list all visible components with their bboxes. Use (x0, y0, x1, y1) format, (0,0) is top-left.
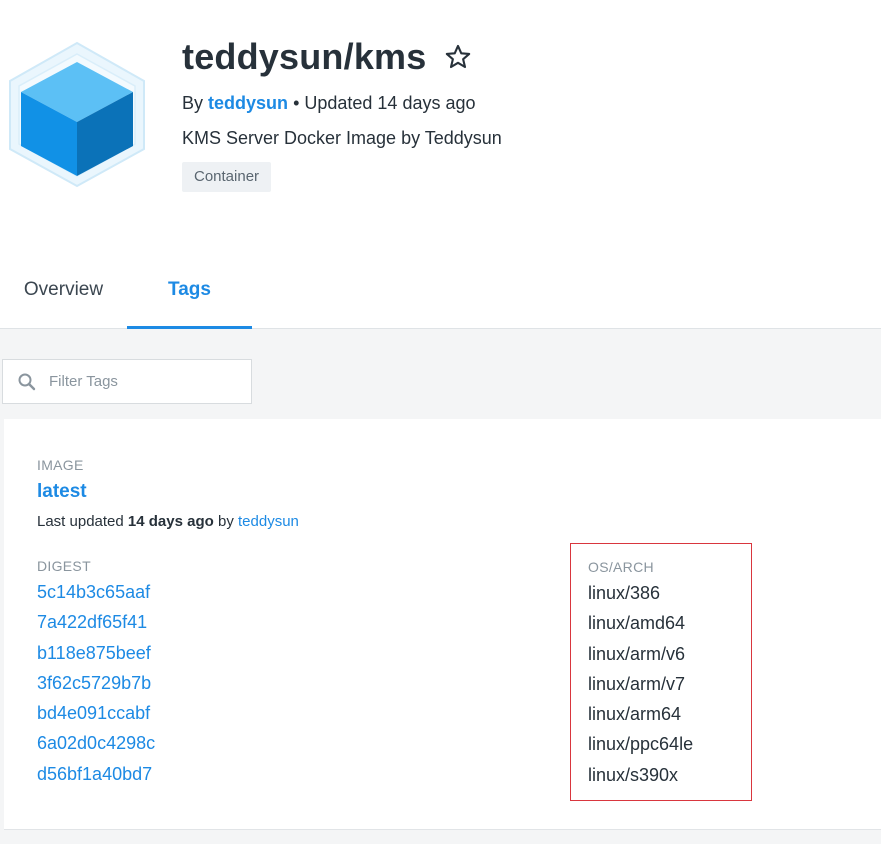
container-cube-icon (9, 41, 145, 188)
osarch-item: linux/386 (588, 583, 661, 603)
updated-by-prefix: by (217, 513, 234, 530)
digest-header: DIGEST (37, 558, 91, 574)
tag-link-latest[interactable]: latest (37, 481, 87, 503)
osarch-item: linux/s390x (588, 764, 679, 785)
digest-link[interactable]: 7a422df65f41 (37, 612, 147, 632)
tab-overview[interactable]: Overview (0, 252, 127, 329)
tag-card: IMAGE latest Last updated 14 days ago by… (4, 419, 881, 830)
digest-link[interactable]: 3f62c5729b7b (37, 673, 151, 693)
tab-tags[interactable]: Tags (127, 252, 252, 329)
digest-link[interactable]: 6a02d0c4298c (37, 733, 155, 753)
repo-header: teddysun/kms By teddysun • Updated 14 da… (0, 0, 881, 240)
digest-link[interactable]: 5c14b3c65aaf (37, 582, 150, 602)
digest-list: 5c14b3c65aaf 7a422df65f41 b118e875beef 3… (37, 577, 155, 789)
updated-prefix: Last updated (37, 513, 124, 530)
filter-box[interactable] (2, 359, 252, 404)
updated-text: • Updated 14 days ago (293, 93, 476, 113)
by-prefix: By (182, 93, 204, 113)
repo-description: KMS Server Docker Image by Teddysun (182, 128, 502, 148)
byline: By teddysun • Updated 14 days ago (182, 93, 476, 114)
last-updated: Last updated 14 days ago by teddysun (37, 513, 299, 530)
tags-panel: IMAGE latest Last updated 14 days ago by… (0, 329, 881, 844)
osarch-highlight-box: OS/ARCH linux/386 linux/amd64 linux/arm/… (570, 543, 752, 801)
type-badge: Container (182, 162, 272, 192)
updated-when: 14 days ago (127, 513, 214, 530)
osarch-item: linux/arm64 (588, 704, 682, 725)
updated-by-link[interactable]: teddysun (238, 513, 299, 530)
author-link[interactable]: teddysun (208, 93, 288, 113)
search-icon (18, 373, 36, 390)
digest-link[interactable]: d56bf1a40bd7 (37, 764, 152, 784)
digest-link[interactable]: b118e875beef (37, 643, 151, 663)
page-title: teddysun/kms (182, 36, 427, 77)
osarch-list: linux/386 linux/amd64 linux/arm/v6 linux… (588, 578, 693, 790)
filter-tags-input[interactable] (49, 373, 239, 390)
osarch-header: OS/ARCH (588, 559, 654, 575)
osarch-item: linux/ppc64le (588, 734, 694, 755)
title-row: teddysun/kms (182, 36, 472, 78)
digest-link[interactable]: bd4e091ccabf (37, 703, 150, 723)
osarch-item: linux/amd64 (588, 613, 686, 634)
image-label: IMAGE (37, 457, 84, 473)
star-icon[interactable] (444, 43, 472, 71)
osarch-item: linux/arm/v7 (588, 673, 686, 694)
tab-bar: Overview Tags (0, 252, 881, 329)
osarch-item: linux/arm/v6 (588, 643, 686, 664)
